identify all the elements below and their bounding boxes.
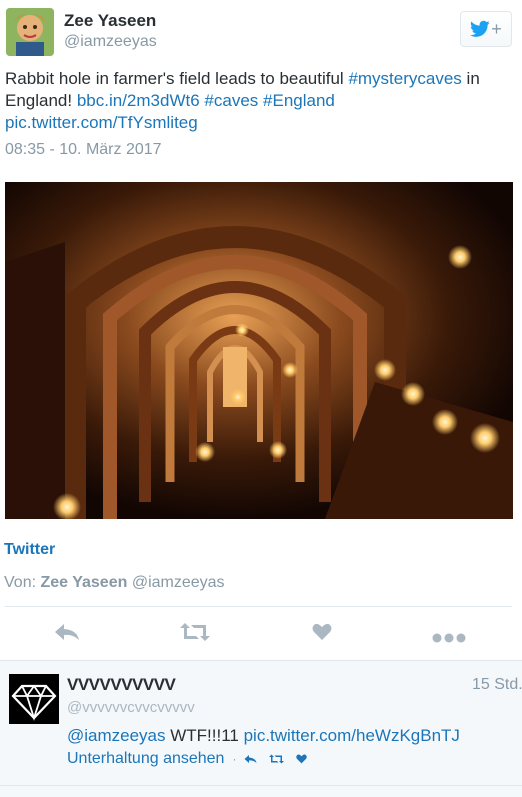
byline-prefix: Von:: [4, 574, 37, 591]
author-name[interactable]: Zee Yaseen: [64, 11, 156, 31]
tweet-photo[interactable]: [5, 182, 513, 519]
embedded-tweet: Zee Yaseen @iamzeeyas + Rabbit hole in f…: [0, 0, 522, 660]
tweet-actions: [0, 612, 522, 652]
author-avatar[interactable]: [6, 8, 54, 56]
separator: ·: [232, 752, 237, 766]
reply-icon[interactable]: [244, 754, 257, 764]
reply-tweet: VVVVVVVVVV 15 Std. @vvvvvvcvvcvvvvv @iam…: [0, 660, 522, 797]
reply-author-name[interactable]: VVVVVVVVVV: [67, 675, 176, 695]
more-icon[interactable]: [431, 626, 467, 650]
byline-name[interactable]: Zee Yaseen: [40, 574, 127, 591]
like-icon[interactable]: [296, 754, 308, 764]
byline: Von: Zee Yaseen @iamzeeyas: [4, 574, 225, 592]
byline-handle[interactable]: @iamzeeyas: [132, 574, 225, 591]
pic-link[interactable]: pic.twitter.com/TfYsmliteg: [5, 113, 198, 132]
tweet-header: Zee Yaseen @iamzeeyas +: [6, 8, 516, 58]
like-icon[interactable]: [310, 620, 334, 644]
twitter-bird-icon: [470, 20, 490, 37]
hashtag-link[interactable]: #caves: [204, 91, 258, 110]
divider: [0, 785, 522, 786]
author-handle[interactable]: @iamzeeyas: [64, 33, 157, 51]
reply-author-handle[interactable]: @vvvvvvcvvcvvvvv: [67, 699, 195, 716]
retweet-icon[interactable]: [179, 620, 211, 644]
retweet-icon[interactable]: [269, 754, 285, 764]
tweet-timestamp[interactable]: 08:35 - 10. März 2017: [5, 141, 162, 159]
reply-icon[interactable]: [53, 620, 81, 644]
hashtag-link[interactable]: #mysterycaves: [348, 69, 461, 88]
mention-link[interactable]: @iamzeeyas: [67, 726, 166, 745]
view-conversation-link[interactable]: Unterhaltung ansehen: [67, 750, 224, 768]
reply-avatar[interactable]: [9, 674, 59, 724]
reply-pic-link[interactable]: pic.twitter.com/heWzKgBnTJ: [244, 726, 460, 745]
tweet-text-part: Rabbit hole in farmer's field leads to b…: [5, 69, 349, 88]
hashtag-link[interactable]: #England: [263, 91, 335, 110]
source-label[interactable]: Twitter: [4, 541, 55, 559]
divider: [5, 606, 512, 607]
follow-plus: +: [491, 19, 502, 39]
follow-button[interactable]: +: [460, 11, 512, 47]
reply-time[interactable]: 15 Std.: [472, 676, 522, 694]
reply-footer: Unterhaltung ansehen ·: [67, 750, 319, 768]
article-link[interactable]: bbc.in/2m3dWt6: [77, 91, 200, 110]
reply-text: @iamzeeyas WTF!!!11 pic.twitter.com/heWz…: [67, 725, 519, 747]
reply-text-part: WTF!!!11: [165, 726, 244, 745]
tweet-text: Rabbit hole in farmer's field leads to b…: [5, 68, 517, 134]
